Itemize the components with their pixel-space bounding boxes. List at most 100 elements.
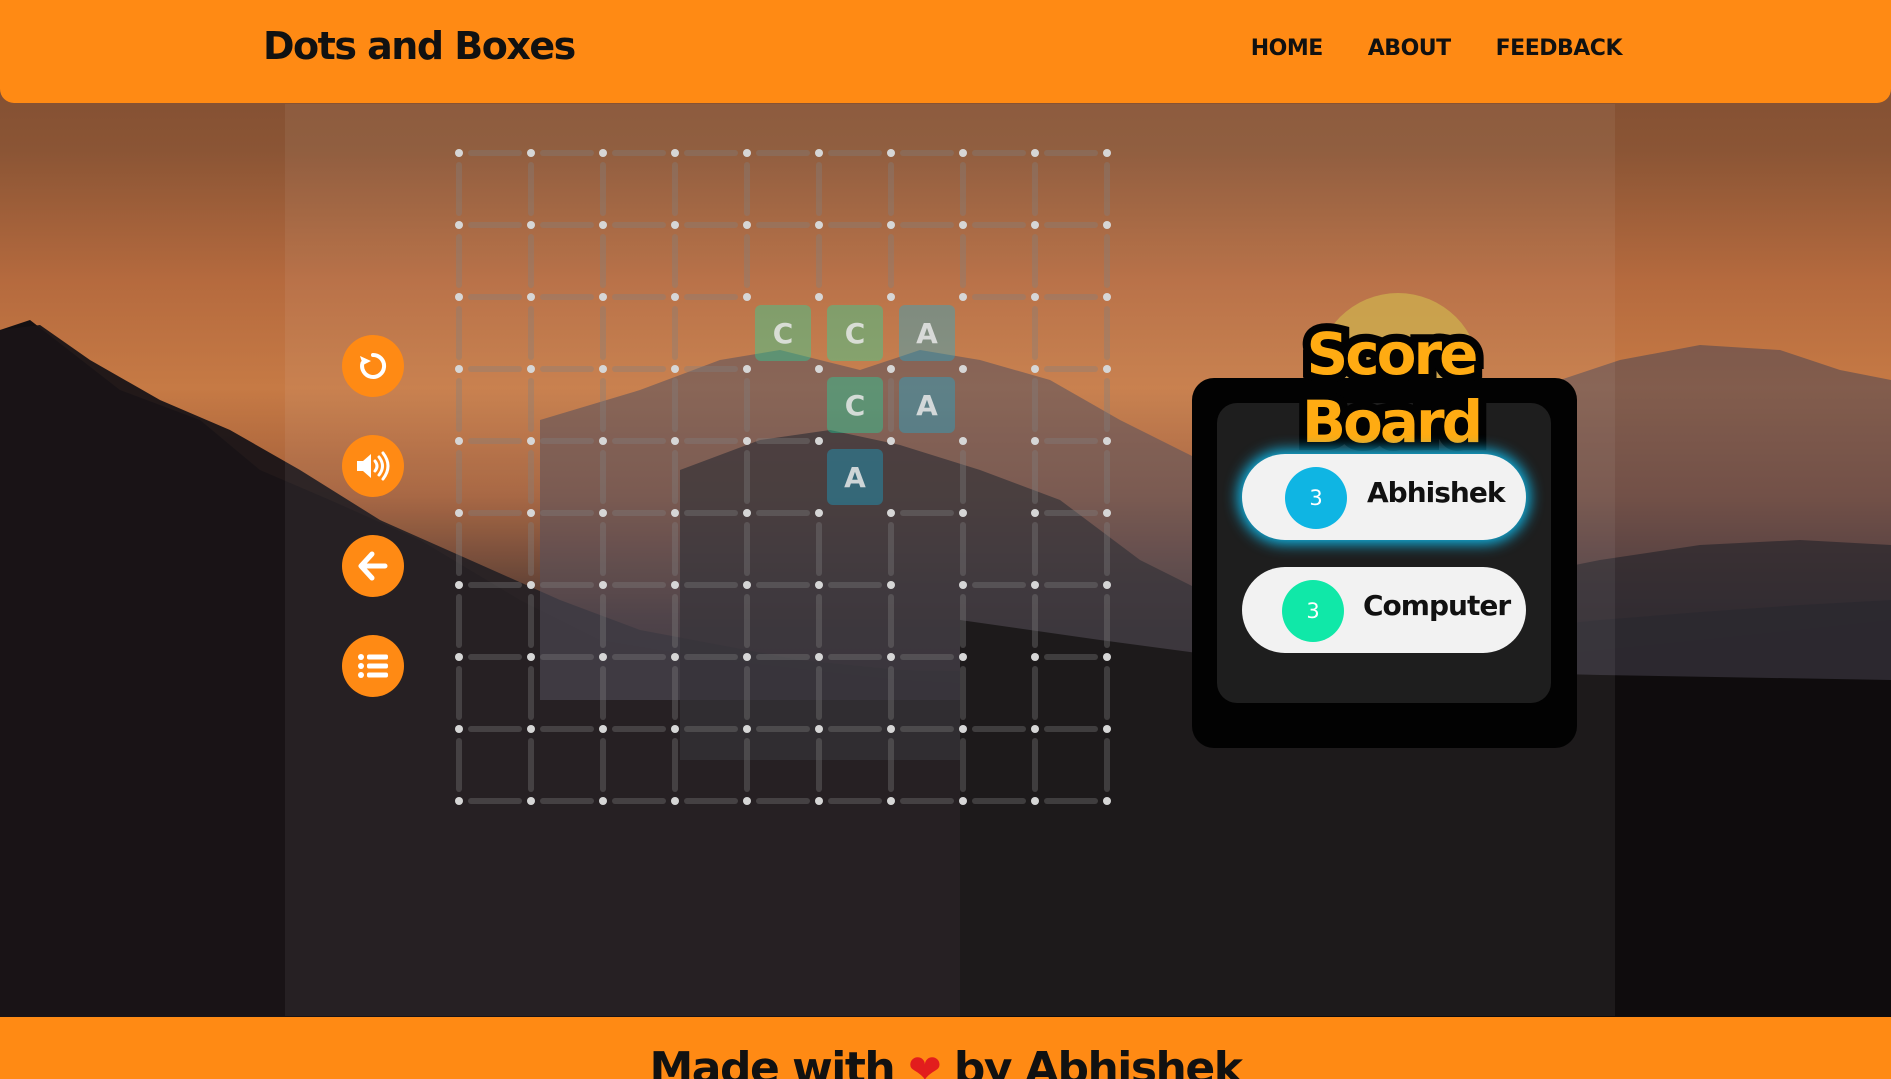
- player-card-abhishek: 3 Abhishek: [1242, 454, 1526, 540]
- board-dot: [527, 509, 535, 517]
- board-dot: [527, 149, 535, 157]
- board-dot: [455, 221, 463, 229]
- board-dot: [599, 149, 607, 157]
- board-dot: [959, 581, 967, 589]
- board-dot: [455, 509, 463, 517]
- board-dot: [959, 797, 967, 805]
- board-dot: [527, 437, 535, 445]
- board-dot: [455, 293, 463, 301]
- board-dot: [959, 509, 967, 517]
- board-dot: [599, 581, 607, 589]
- heart-icon: ❤: [908, 1047, 942, 1079]
- player-name: Computer: [1363, 589, 1511, 622]
- board-dot: [959, 725, 967, 733]
- board-dot: [455, 797, 463, 805]
- board-dot: [959, 653, 967, 661]
- board-dot: [743, 365, 751, 373]
- board-dot: [455, 653, 463, 661]
- board-dot: [887, 365, 895, 373]
- board-dot: [527, 797, 535, 805]
- player-score-badge: 3: [1282, 580, 1344, 642]
- board-dot: [455, 581, 463, 589]
- board-dot: [815, 725, 823, 733]
- board-dot: [743, 509, 751, 517]
- board-dot: [527, 653, 535, 661]
- board-dot: [599, 365, 607, 373]
- board-dot: [599, 725, 607, 733]
- board-dot: [887, 509, 895, 517]
- board-dot: [1103, 365, 1111, 373]
- footer: Made with ❤ by Abhishek: [0, 1017, 1891, 1079]
- box-owner-label: A: [916, 389, 938, 422]
- board-dot: [815, 221, 823, 229]
- board-dot: [1031, 725, 1039, 733]
- board-dot: [599, 509, 607, 517]
- board-dot: [599, 437, 607, 445]
- board-dot: [815, 293, 823, 301]
- board-dot: [671, 725, 679, 733]
- board-dot: [671, 509, 679, 517]
- player-card-computer: 3 Computer: [1242, 567, 1526, 653]
- board-dot: [599, 653, 607, 661]
- board-dot: [887, 581, 895, 589]
- board-dot: [671, 581, 679, 589]
- board-dot: [959, 149, 967, 157]
- board-dot: [1031, 581, 1039, 589]
- game-board: C C A C A A: [455, 149, 1111, 805]
- board-dot: [887, 725, 895, 733]
- box-owner-label: A: [844, 461, 866, 494]
- box-owner-label: C: [845, 317, 866, 350]
- board-dot: [815, 581, 823, 589]
- board-dot: [743, 725, 751, 733]
- board-dot: [959, 293, 967, 301]
- board-dot: [1103, 725, 1111, 733]
- board-dot: [815, 797, 823, 805]
- footer-author: by Abhishek: [953, 1043, 1243, 1079]
- board-dot: [527, 581, 535, 589]
- board-dot: [743, 581, 751, 589]
- board-dot: [1031, 221, 1039, 229]
- board-dot: [671, 437, 679, 445]
- board-dot: [671, 653, 679, 661]
- board-dot: [743, 221, 751, 229]
- box-owner-label: C: [845, 389, 866, 422]
- board-dot: [599, 797, 607, 805]
- board-dot: [815, 437, 823, 445]
- player-name: Abhishek: [1367, 476, 1505, 509]
- board-dot: [671, 149, 679, 157]
- board-dot: [887, 437, 895, 445]
- footer-credit: Made with ❤ by Abhishek: [0, 1043, 1891, 1079]
- board-dot: [887, 149, 895, 157]
- board-dot: [887, 293, 895, 301]
- board-dot: [743, 149, 751, 157]
- board-dot: [1103, 149, 1111, 157]
- board-dot: [1031, 365, 1039, 373]
- board-dot: [527, 293, 535, 301]
- box-owner-label: A: [916, 317, 938, 350]
- board-dot: [455, 725, 463, 733]
- board-dot: [959, 365, 967, 373]
- board-dot: [1103, 293, 1111, 301]
- board-dot: [743, 437, 751, 445]
- board-dot: [1031, 653, 1039, 661]
- board-dot: [455, 437, 463, 445]
- board-dot: [1103, 437, 1111, 445]
- board-dot: [815, 509, 823, 517]
- board-dot: [1103, 509, 1111, 517]
- board-dot: [959, 437, 967, 445]
- board-dot: [527, 221, 535, 229]
- board-dot: [743, 653, 751, 661]
- board-dot: [671, 293, 679, 301]
- board-dot: [455, 149, 463, 157]
- board-dot: [599, 293, 607, 301]
- board-dot: [527, 725, 535, 733]
- board-dot: [1031, 797, 1039, 805]
- player-score-badge: 3: [1285, 467, 1347, 529]
- board-dot: [671, 797, 679, 805]
- board-dot: [887, 221, 895, 229]
- board-dot: [599, 221, 607, 229]
- scoreboard-title: Score Board: [1294, 312, 1491, 464]
- board-dot: [815, 365, 823, 373]
- board-dot: [671, 221, 679, 229]
- board-dot: [743, 797, 751, 805]
